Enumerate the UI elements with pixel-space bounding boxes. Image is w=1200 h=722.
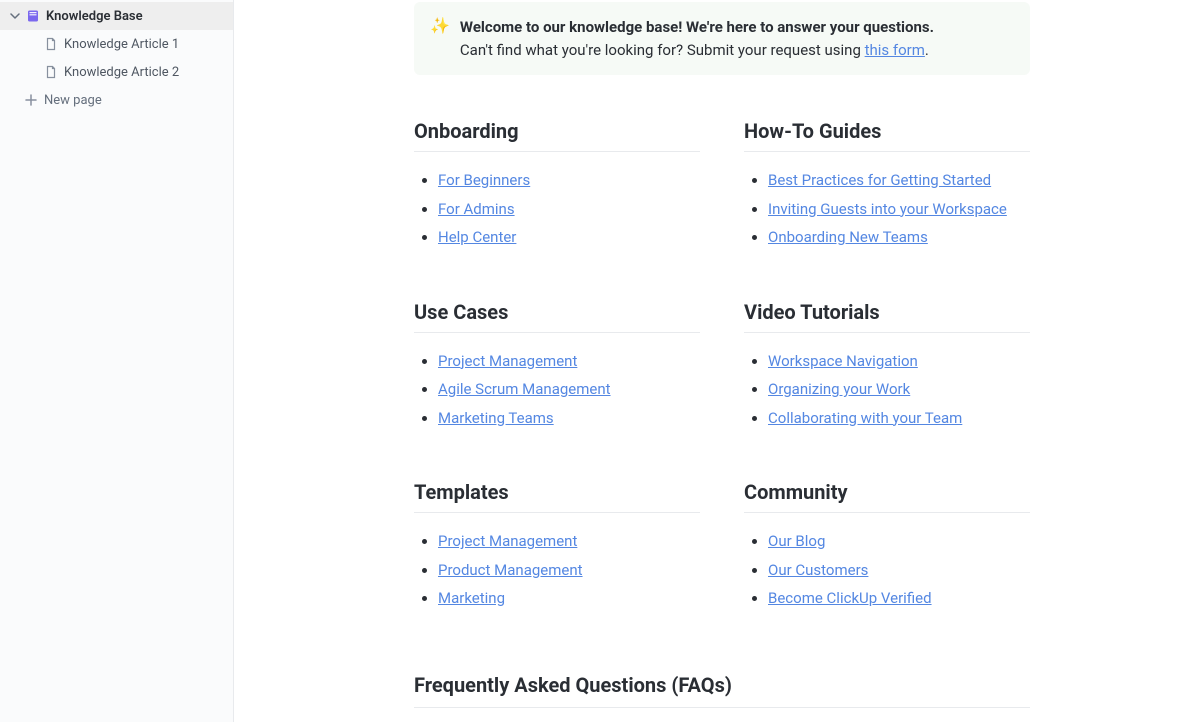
sidebar-item-article-1[interactable]: Knowledge Article 1 [0, 30, 233, 58]
list-item: Help Center [438, 223, 700, 252]
sidebar-root-label: Knowledge Base [46, 9, 143, 24]
section-use-cases: Use Cases Project Management Agile Scrum… [414, 300, 700, 433]
list-item: Organizing your Work [768, 375, 1030, 404]
new-page-label: New page [44, 93, 102, 108]
list-item: Agile Scrum Management [438, 375, 700, 404]
list-item: Best Practices for Getting Started [768, 166, 1030, 195]
list-item: Project Management [438, 347, 700, 376]
section-community: Community Our Blog Our Customers Become … [744, 480, 1030, 613]
document-icon [44, 37, 58, 51]
section-title: Community [744, 480, 1030, 513]
list-item: Marketing [438, 584, 700, 613]
section-link[interactable]: Product Management [438, 561, 583, 579]
list-item: Our Customers [768, 556, 1030, 585]
section-onboarding: Onboarding For Beginners For Admins Help… [414, 119, 700, 252]
section-link[interactable]: Onboarding New Teams [768, 228, 928, 246]
section-list: Workspace Navigation Organizing your Wor… [744, 347, 1030, 433]
main-content: ✨ Welcome to our knowledge base! We're h… [234, 0, 1200, 722]
document-icon [44, 65, 58, 79]
section-link[interactable]: Marketing [438, 589, 505, 607]
plus-icon [24, 93, 38, 107]
list-item: Inviting Guests into your Workspace [768, 195, 1030, 224]
section-link[interactable]: Help Center [438, 228, 516, 246]
chevron-down-icon [10, 11, 20, 21]
sparkle-icon: ✨ [430, 16, 450, 61]
section-howto-guides: How-To Guides Best Practices for Getting… [744, 119, 1030, 252]
welcome-line2-prefix: Can't find what you're looking for? Subm… [460, 41, 865, 59]
list-item: Onboarding New Teams [768, 223, 1030, 252]
section-title: How-To Guides [744, 119, 1030, 152]
section-link[interactable]: Marketing Teams [438, 409, 554, 427]
section-list: Our Blog Our Customers Become ClickUp Ve… [744, 527, 1030, 613]
section-link[interactable]: Become ClickUp Verified [768, 589, 932, 607]
welcome-bold: Welcome to our knowledge base! We're her… [460, 18, 934, 36]
section-templates: Templates Project Management Product Man… [414, 480, 700, 613]
list-item: Project Management [438, 527, 700, 556]
list-item: For Beginners [438, 166, 700, 195]
sidebar: Knowledge Base Knowledge Article 1 Knowl… [0, 0, 234, 722]
section-link[interactable]: Project Management [438, 352, 577, 370]
section-video-tutorials: Video Tutorials Workspace Navigation Org… [744, 300, 1030, 433]
list-item: Workspace Navigation [768, 347, 1030, 376]
section-link[interactable]: Organizing your Work [768, 380, 910, 398]
welcome-banner: ✨ Welcome to our knowledge base! We're h… [414, 2, 1030, 75]
section-link[interactable]: For Beginners [438, 171, 530, 189]
welcome-line2-suffix: . [925, 41, 929, 59]
section-link[interactable]: Workspace Navigation [768, 352, 918, 370]
list-item: Our Blog [768, 527, 1030, 556]
sidebar-item-article-2[interactable]: Knowledge Article 2 [0, 58, 233, 86]
list-item: Become ClickUp Verified [768, 584, 1030, 613]
section-list: For Beginners For Admins Help Center [414, 166, 700, 252]
section-title: Templates [414, 480, 700, 513]
list-item: Collaborating with your Team [768, 404, 1030, 433]
section-list: Best Practices for Getting Started Invit… [744, 166, 1030, 252]
sidebar-root-item[interactable]: Knowledge Base [0, 2, 233, 30]
section-list: Project Management Product Management Ma… [414, 527, 700, 613]
section-link[interactable]: Agile Scrum Management [438, 380, 611, 398]
list-item: Product Management [438, 556, 700, 585]
section-link[interactable]: For Admins [438, 200, 515, 218]
book-icon [26, 9, 40, 23]
section-link[interactable]: Our Blog [768, 532, 825, 550]
section-link[interactable]: Best Practices for Getting Started [768, 171, 991, 189]
sidebar-item-label: Knowledge Article 2 [64, 65, 179, 80]
section-title: Video Tutorials [744, 300, 1030, 333]
faq-heading: Frequently Asked Questions (FAQs) [414, 673, 1030, 708]
section-link[interactable]: Collaborating with your Team [768, 409, 962, 427]
section-link[interactable]: Project Management [438, 532, 577, 550]
section-link[interactable]: Inviting Guests into your Workspace [768, 200, 1007, 218]
sidebar-item-label: Knowledge Article 1 [64, 37, 179, 52]
list-item: Marketing Teams [438, 404, 700, 433]
section-list: Project Management Agile Scrum Managemen… [414, 347, 700, 433]
section-title: Use Cases [414, 300, 700, 333]
new-page-button[interactable]: New page [0, 86, 233, 114]
list-item: For Admins [438, 195, 700, 224]
sections-grid: Onboarding For Beginners For Admins Help… [414, 119, 1030, 613]
form-link[interactable]: this form [865, 41, 925, 59]
welcome-text: Welcome to our knowledge base! We're her… [460, 16, 934, 61]
section-link[interactable]: Our Customers [768, 561, 868, 579]
section-title: Onboarding [414, 119, 700, 152]
